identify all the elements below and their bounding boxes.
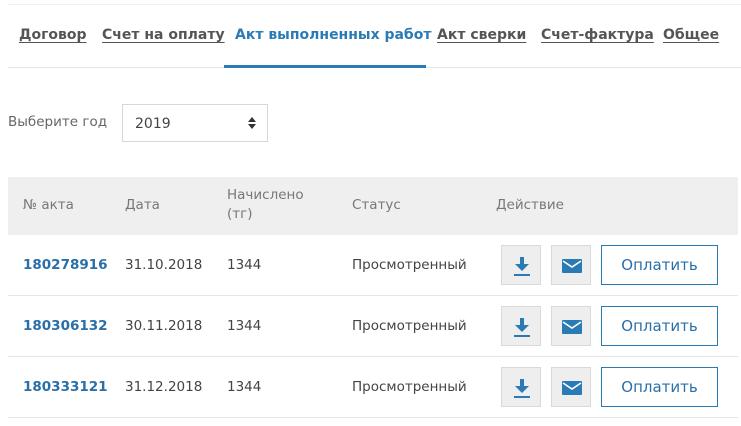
pay-button[interactable]: Оплатить xyxy=(601,306,718,346)
pay-button[interactable]: Оплатить xyxy=(601,245,718,285)
table-row: 180306132 30.11.2018 1344 Просмотренный … xyxy=(8,296,738,357)
download-button[interactable] xyxy=(501,245,541,285)
tab-completion-act[interactable]: Акт выполненных работ xyxy=(235,27,431,43)
act-number-link[interactable]: 180278916 xyxy=(23,257,108,273)
year-select[interactable]: 2019 xyxy=(122,104,268,142)
header-act-number: № акта xyxy=(23,197,74,213)
download-icon xyxy=(514,257,530,276)
act-date: 30.11.2018 xyxy=(125,318,203,334)
act-amount: 1344 xyxy=(227,257,262,273)
pay-button[interactable]: Оплатить xyxy=(601,367,718,407)
tab-tax-invoice[interactable]: Счет-фактура xyxy=(541,27,654,43)
tab-invoice[interactable]: Счет на оплату xyxy=(102,27,225,43)
select-caret-icon xyxy=(248,116,256,130)
table-header: № акта Дата Начислено (тг) Статус Действ… xyxy=(8,177,738,235)
act-status: Просмотренный xyxy=(352,379,467,395)
year-select-value: 2019 xyxy=(135,116,171,132)
download-icon xyxy=(514,379,530,398)
envelope-icon xyxy=(562,320,582,334)
envelope-icon xyxy=(562,381,582,395)
download-button[interactable] xyxy=(501,306,541,346)
header-charged: Начислено (тг) xyxy=(227,187,304,222)
table-row: 180278916 31.10.2018 1344 Просмотренный … xyxy=(8,235,738,296)
year-filter-label: Выберите год xyxy=(8,114,108,130)
act-amount: 1344 xyxy=(227,379,262,395)
act-number-link[interactable]: 180333121 xyxy=(23,379,108,395)
act-status: Просмотренный xyxy=(352,318,467,334)
download-button[interactable] xyxy=(501,367,541,407)
tab-reconciliation-act[interactable]: Акт сверки xyxy=(437,27,526,43)
tab-general[interactable]: Общее xyxy=(663,27,719,43)
download-icon xyxy=(514,318,530,337)
envelope-icon xyxy=(562,259,582,273)
act-date: 31.12.2018 xyxy=(125,379,203,395)
header-status: Статус xyxy=(352,197,401,213)
act-date: 31.10.2018 xyxy=(125,257,203,273)
header-action: Действие xyxy=(496,197,564,213)
email-button[interactable] xyxy=(551,306,591,346)
header-date: Дата xyxy=(125,197,160,213)
email-button[interactable] xyxy=(551,245,591,285)
table-row: 180333121 31.12.2018 1344 Просмотренный … xyxy=(8,357,738,418)
tab-bar: Договор Счет на оплату Акт выполненных р… xyxy=(8,4,741,68)
act-number-link[interactable]: 180306132 xyxy=(23,318,108,334)
active-tab-indicator xyxy=(224,65,426,68)
email-button[interactable] xyxy=(551,367,591,407)
act-status: Просмотренный xyxy=(352,257,467,273)
act-amount: 1344 xyxy=(227,318,262,334)
tab-contract[interactable]: Договор xyxy=(19,27,87,43)
